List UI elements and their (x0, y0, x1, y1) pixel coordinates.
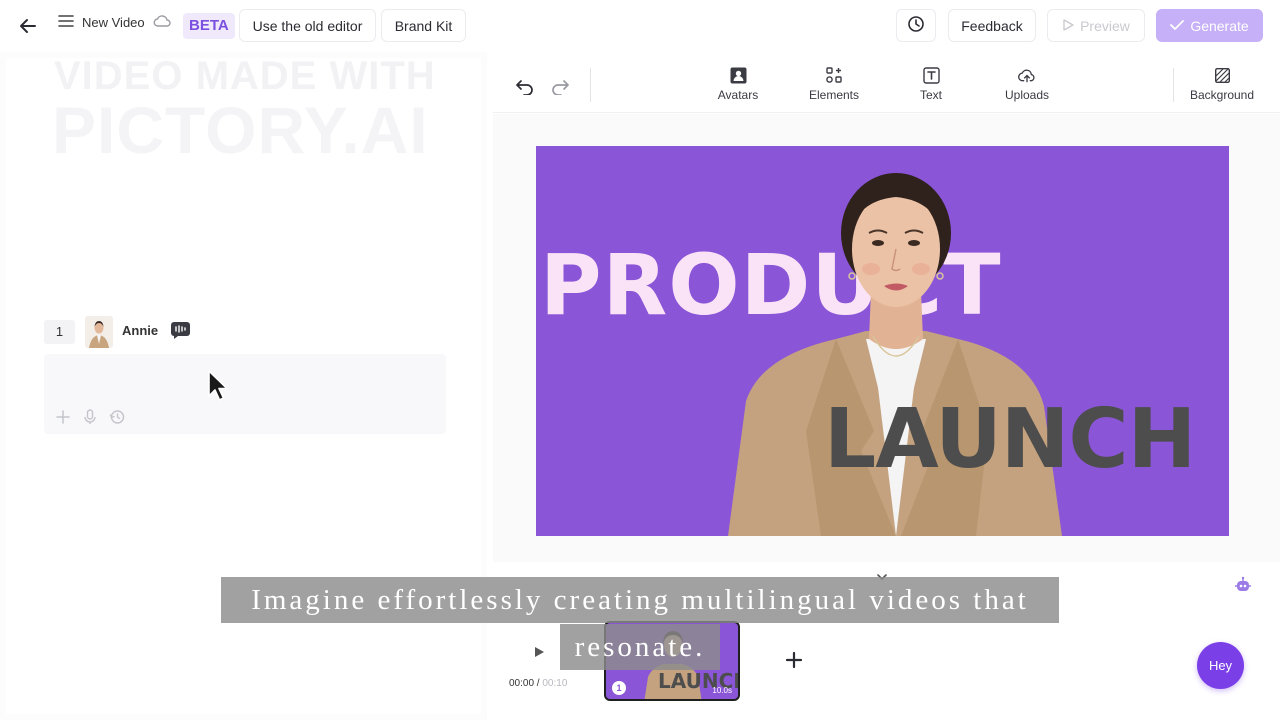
project-menu[interactable]: New Video (58, 14, 171, 31)
background-tool[interactable]: Background (1187, 66, 1257, 106)
clock-icon (907, 15, 925, 36)
play-outline-icon (1062, 18, 1074, 34)
beta-badge: BETA (183, 13, 235, 39)
avatars-label: Avatars (717, 88, 759, 102)
elements-tool[interactable]: Elements (799, 66, 869, 106)
add-icon[interactable] (54, 408, 71, 425)
text-tool[interactable]: Text (896, 66, 966, 106)
history-button[interactable] (896, 9, 936, 42)
headline-launch-text[interactable]: LAUNCH (824, 392, 1196, 487)
background-label: Background (1189, 88, 1255, 102)
cloud-icon (153, 14, 171, 31)
watermark-line2: PICTORY.AI (52, 93, 429, 167)
project-name[interactable]: New Video (82, 15, 145, 30)
history-icon[interactable] (108, 408, 125, 425)
background-icon (1213, 66, 1231, 84)
check-icon (1170, 18, 1185, 34)
feedback-button[interactable]: Feedback (948, 9, 1036, 42)
add-scene-button[interactable] (781, 647, 807, 673)
upload-icon (1018, 66, 1036, 84)
voice-settings-icon[interactable] (170, 321, 191, 340)
generate-label: Generate (1190, 17, 1249, 34)
script-tools (54, 408, 125, 425)
scene-avatar-thumbnail[interactable] (85, 316, 113, 348)
text-label: Text (919, 88, 942, 102)
thumbnail-duration: 10.0s (712, 686, 732, 695)
thumbnail-scene-number: 1 (612, 681, 626, 695)
assistant-chat-button[interactable]: Hey (1197, 642, 1244, 689)
undo-icon[interactable] (513, 74, 537, 98)
playback-time: 00:00 / 00:10 (509, 678, 567, 689)
mouse-cursor-icon (208, 370, 228, 401)
use-old-editor-button[interactable]: Use the old editor (239, 9, 376, 42)
editor-toolbar: Avatars Elements Text Uploads Background (493, 58, 1280, 113)
video-canvas[interactable]: PRODUCT LAUNCH (536, 146, 1229, 536)
scene-number: 1 (44, 320, 75, 344)
toolbar-divider (1173, 68, 1174, 102)
elements-icon (825, 66, 843, 84)
subtitle-line-2: resonate. (560, 624, 720, 670)
avatar-icon (729, 66, 747, 84)
scene-avatar-name[interactable]: Annie (122, 323, 158, 338)
current-time: 00:00 (509, 678, 535, 689)
brand-kit-button[interactable]: Brand Kit (381, 9, 466, 42)
uploads-tool[interactable]: Uploads (992, 66, 1062, 106)
avatars-tool[interactable]: Avatars (703, 66, 773, 106)
toolbar-divider (590, 68, 591, 102)
subtitle-line-1: Imagine effortlessly creating multilingu… (221, 577, 1059, 623)
generate-button[interactable]: Generate (1156, 9, 1263, 42)
preview-button[interactable]: Preview (1047, 9, 1145, 42)
text-icon (922, 66, 940, 84)
redo-icon[interactable] (548, 74, 572, 98)
bot-icon[interactable] (1234, 576, 1252, 594)
preview-label: Preview (1080, 17, 1130, 34)
elements-label: Elements (808, 88, 860, 102)
total-duration: 00:10 (542, 678, 568, 689)
back-arrow-icon[interactable] (14, 12, 42, 40)
uploads-label: Uploads (1004, 88, 1050, 102)
top-bar: New Video BETA Use the old editor Brand … (0, 0, 1280, 52)
microphone-icon[interactable] (81, 408, 98, 425)
hamburger-menu-icon[interactable] (58, 14, 74, 31)
play-button[interactable] (527, 640, 551, 664)
